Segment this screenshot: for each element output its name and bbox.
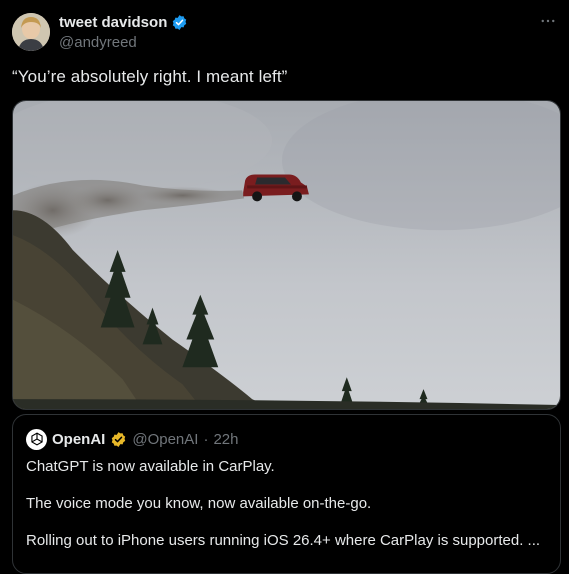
video-thumbnail[interactable]	[12, 100, 561, 410]
quoted-tweet-header: OpenAI @OpenAI · 22h	[26, 428, 238, 450]
author-name-row: tweet davidson	[59, 12, 188, 32]
gold-verified-badge-icon	[110, 431, 127, 448]
avatar[interactable]	[12, 13, 50, 51]
quoted-tweet[interactable]: OpenAI @OpenAI · 22h ChatGPT is now avai…	[12, 414, 561, 574]
tweet: tweet davidson @andyreed “You’re absolut…	[0, 0, 569, 574]
tweet-text: “You’re absolutely right. I meant left”	[12, 67, 288, 86]
quoted-author-name[interactable]: OpenAI	[52, 431, 105, 448]
author-handle[interactable]: @andyreed	[59, 34, 137, 51]
quoted-text-line: Rolling out to iPhone users running iOS …	[26, 532, 541, 549]
openai-logo-icon[interactable]	[26, 428, 47, 450]
timestamp-separator: ·	[203, 430, 209, 448]
quoted-text-line: ChatGPT is now available in CarPlay.	[26, 458, 275, 475]
more-button[interactable]	[537, 10, 559, 32]
quoted-tweet-text: ChatGPT is now available in CarPlay. The…	[26, 458, 551, 550]
verified-badge-icon	[171, 14, 188, 31]
quoted-text-line: The voice mode you know, now available o…	[26, 495, 372, 512]
quoted-author-handle[interactable]: @OpenAI	[132, 431, 198, 448]
more-horizontal-icon	[541, 19, 555, 23]
quoted-timestamp[interactable]: 22h	[213, 431, 238, 448]
author-name[interactable]: tweet davidson	[59, 14, 167, 31]
